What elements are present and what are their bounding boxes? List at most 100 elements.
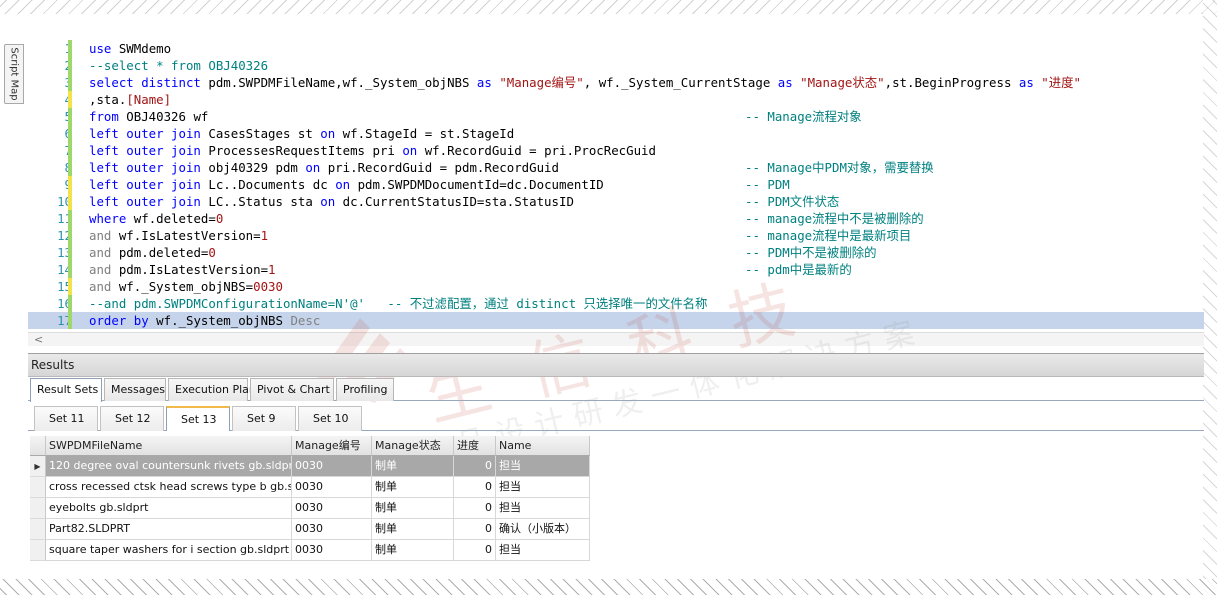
inline-comment: -- Manage流程对象: [745, 109, 862, 124]
code-line[interactable]: 3 select distinct pdm.SWPDMFileName,wf._S…: [28, 74, 1204, 91]
table-cell[interactable]: 0030: [292, 456, 372, 477]
code-line[interactable]: 7 left outer join ProcessesRequestItems p…: [28, 142, 1204, 159]
scroll-left-icon[interactable]: <: [34, 333, 43, 347]
code-line[interactable]: 10 left outer join LC..Status sta on dc.C…: [28, 193, 1204, 210]
editor-horizontal-scrollbar[interactable]: <: [28, 332, 1204, 346]
table-cell[interactable]: 担当: [496, 540, 590, 561]
table-cell[interactable]: 担当: [496, 456, 590, 477]
change-marker: [68, 227, 72, 244]
line-number: 12: [57, 228, 72, 243]
table-cell[interactable]: 0: [454, 540, 496, 561]
code-line[interactable]: 1 use SWMdemo: [28, 40, 1204, 57]
code-line[interactable]: 2 --select * from OBJ40326: [28, 57, 1204, 74]
table-cell[interactable]: 担当: [496, 498, 590, 519]
code-text: use SWMdemo: [89, 41, 172, 56]
line-number: 1: [28, 40, 72, 57]
line-number: 2: [28, 57, 72, 74]
code-line[interactable]: 17 order by wf._System_objNBS Desc: [28, 312, 1204, 329]
torn-edge-right: [1203, 0, 1217, 595]
tab-messages[interactable]: Messages: [104, 378, 166, 401]
code-line[interactable]: 8 left outer join obj40329 pdm on pri.Rec…: [28, 159, 1204, 176]
column-header[interactable]: 进度: [454, 436, 496, 456]
table-cell[interactable]: 担当: [496, 477, 590, 498]
line-number: 16: [57, 296, 72, 311]
table-cell[interactable]: 0030: [292, 477, 372, 498]
set-tab-set-11[interactable]: Set 11: [34, 406, 98, 431]
row-header[interactable]: [30, 477, 46, 498]
code-line[interactable]: 11 where wf.deleted=0 -- manage流程中不是被删除的: [28, 210, 1204, 227]
change-marker: [68, 244, 72, 261]
sql-editor[interactable]: 1 use SWMdemo 2 --select * from OBJ40326 3 se…: [28, 40, 1204, 346]
column-header[interactable]: SWPDMFileName: [46, 436, 292, 456]
line-number: 4: [28, 91, 72, 108]
code-line[interactable]: 4 ,sta.[Name]: [28, 91, 1204, 108]
column-header[interactable]: Name: [496, 436, 590, 456]
line-number: 10: [57, 194, 72, 209]
line-number: 6: [28, 125, 72, 142]
line-number: 5: [28, 108, 72, 125]
table-cell[interactable]: 确认（小版本）: [496, 519, 590, 540]
code-line[interactable]: 16 --and pdm.SWPDMConfigurationName=N'@' …: [28, 295, 1204, 312]
set-tab-set-10[interactable]: Set 10: [298, 406, 362, 431]
row-header[interactable]: [30, 540, 46, 561]
code-line[interactable]: 6 left outer join CasesStages st on wf.St…: [28, 125, 1204, 142]
table-cell[interactable]: 0: [454, 498, 496, 519]
table-cell[interactable]: 0030: [292, 519, 372, 540]
code-line[interactable]: 12 and wf.IsLatestVersion=1 -- manage流程中是最…: [28, 227, 1204, 244]
tab-execution-plan[interactable]: Execution Plan: [168, 378, 256, 401]
change-marker: [68, 125, 72, 142]
set-tab-set-12[interactable]: Set 12: [100, 406, 164, 431]
table-cell[interactable]: square taper washers for i section gb.sl…: [46, 540, 292, 561]
table-cell[interactable]: 制单: [372, 456, 454, 477]
line-number: 9: [28, 176, 72, 193]
code-line[interactable]: 15 and wf._System_objNBS=0030: [28, 278, 1204, 295]
table-cell[interactable]: 制单: [372, 519, 454, 540]
change-marker: [68, 176, 72, 193]
code-text: left outer join obj40329 pdm on pri.Reco…: [89, 160, 559, 175]
line-number: 14: [57, 262, 72, 277]
tab-profiling[interactable]: Profiling: [336, 378, 394, 401]
table-cell[interactable]: 120 degree oval countersunk rivets gb.sl…: [46, 456, 292, 477]
inline-comment: -- pdm中是最新的: [745, 262, 852, 277]
table-cell[interactable]: 0030: [292, 498, 372, 519]
torn-edge-bottom: [0, 579, 1217, 595]
script-map-tab[interactable]: Script Map: [4, 44, 24, 104]
code-line[interactable]: 5 from OBJ40326 wf -- Manage流程对象: [28, 108, 1204, 125]
table-cell[interactable]: cross recessed ctsk head screws type b g…: [46, 477, 292, 498]
change-marker: [68, 193, 72, 210]
code-text: left outer join ProcessesRequestItems pr…: [89, 143, 656, 158]
row-header[interactable]: ▶: [30, 456, 46, 477]
change-marker: [68, 74, 72, 91]
tab-pivot-chart[interactable]: Pivot & Chart: [250, 378, 334, 401]
code-line[interactable]: 14 and pdm.IsLatestVersion=1 -- pdm中是最新的: [28, 261, 1204, 278]
line-number: 15: [57, 279, 72, 294]
change-marker: [68, 295, 72, 312]
table-cell[interactable]: 0: [454, 456, 496, 477]
code-line[interactable]: 13 and pdm.deleted=0 -- PDM中不是被删除的: [28, 244, 1204, 261]
set-tab-set-13[interactable]: Set 13: [166, 406, 230, 431]
table-cell[interactable]: Part82.SLDPRT: [46, 519, 292, 540]
column-header[interactable]: Manage编号: [292, 436, 372, 456]
code-text: and pdm.deleted=0: [89, 245, 216, 260]
table-cell[interactable]: 0: [454, 519, 496, 540]
table-cell[interactable]: 制单: [372, 540, 454, 561]
tab-result-sets[interactable]: Result Sets: [30, 378, 102, 402]
table-cell[interactable]: 0: [454, 477, 496, 498]
code-text: select distinct pdm.SWPDMFileName,wf._Sy…: [89, 75, 1081, 90]
code-text: where wf.deleted=0: [89, 211, 224, 226]
line-number: 7: [28, 142, 72, 159]
table-cell[interactable]: 0030: [292, 540, 372, 561]
row-header[interactable]: [30, 498, 46, 519]
set-tab-set-9[interactable]: Set 9: [232, 406, 296, 431]
column-header[interactable]: Manage状态: [372, 436, 454, 456]
table-cell[interactable]: eyebolts gb.sldprt: [46, 498, 292, 519]
table-cell[interactable]: 制单: [372, 477, 454, 498]
inline-comment: -- manage流程中不是被删除的: [745, 211, 924, 226]
inline-comment: -- PDM文件状态: [745, 194, 840, 209]
table-cell[interactable]: 制单: [372, 498, 454, 519]
code-text: left outer join CasesStages st on wf.Sta…: [89, 126, 515, 141]
result-set-tab-strip: Set 11 Set 12 Set 13 Set 9 Set 10: [28, 403, 1204, 431]
row-header[interactable]: [30, 519, 46, 540]
code-text: --select * from OBJ40326: [89, 58, 269, 73]
code-line[interactable]: 9 left outer join Lc..Documents dc on pdm…: [28, 176, 1204, 193]
